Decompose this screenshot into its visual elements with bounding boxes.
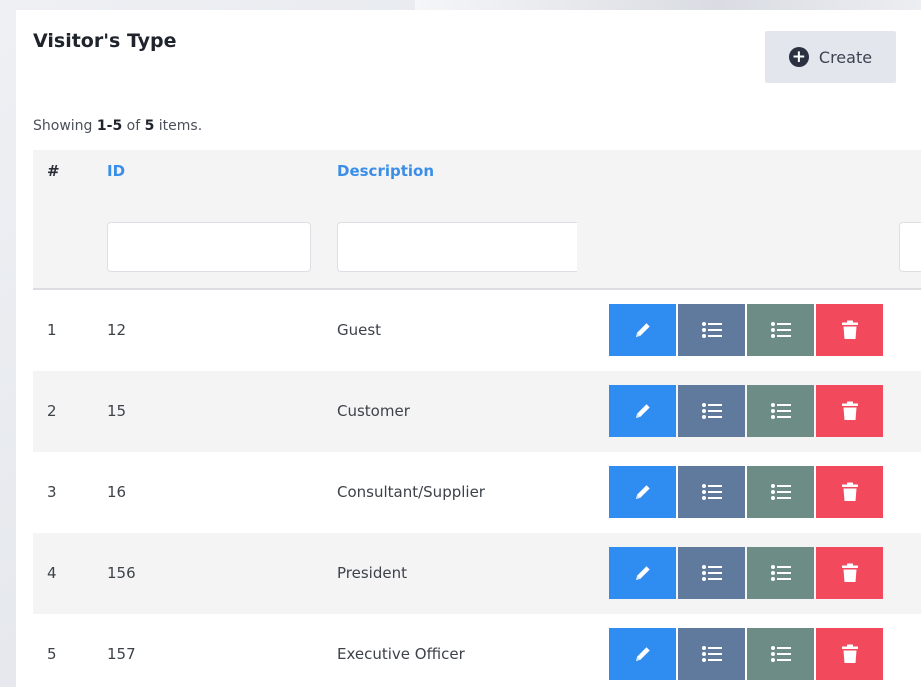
main-panel: Visitor's Type + Create Showing 1-5 of 5…: [16, 10, 921, 687]
list-icon: [770, 322, 791, 338]
pencil-icon: [635, 566, 650, 580]
row-description: Guest: [337, 321, 382, 339]
summary-of: of: [126, 118, 141, 134]
column-header-description[interactable]: Description: [337, 162, 434, 180]
row-number: 2: [47, 402, 57, 420]
edit-button[interactable]: [609, 628, 676, 680]
details-list-button[interactable]: [747, 304, 814, 356]
row-actions: [609, 466, 883, 518]
table-row: 2 15 Customer: [33, 371, 921, 452]
delete-button[interactable]: [816, 547, 883, 599]
details-list-button[interactable]: [747, 628, 814, 680]
pencil-icon: [635, 647, 650, 661]
row-number: 4: [47, 564, 57, 582]
table-row: 5 157 Executive Officer: [33, 614, 921, 687]
row-description: Consultant/Supplier: [337, 483, 485, 501]
page-title: Visitor's Type: [33, 30, 177, 52]
list-icon: [701, 646, 722, 662]
row-number: 1: [47, 321, 57, 339]
edit-button[interactable]: [609, 385, 676, 437]
pencil-icon: [635, 404, 650, 418]
summary-suffix: items.: [158, 118, 203, 134]
table-header: # ID Description: [33, 150, 921, 290]
row-description: President: [337, 564, 407, 582]
edit-button[interactable]: [609, 466, 676, 518]
create-button-label: Create: [818, 47, 873, 67]
view-list-button[interactable]: [678, 547, 745, 599]
delete-button[interactable]: [816, 385, 883, 437]
row-description: Customer: [337, 402, 410, 420]
details-list-button[interactable]: [747, 385, 814, 437]
view-list-button[interactable]: [678, 628, 745, 680]
edit-button[interactable]: [609, 304, 676, 356]
row-id: 12: [107, 321, 127, 339]
summary-prefix: Showing: [33, 118, 93, 134]
row-description: Executive Officer: [337, 645, 465, 663]
trash-icon: [841, 401, 858, 420]
row-actions: [609, 304, 883, 356]
list-icon: [770, 403, 791, 419]
description-filter-input[interactable]: [337, 222, 577, 272]
view-list-button[interactable]: [678, 304, 745, 356]
table-body: 1 12 Guest 2 15 Customer 3 16 Consultant…: [33, 290, 921, 687]
list-icon: [701, 322, 722, 338]
edit-button[interactable]: [609, 547, 676, 599]
row-number: 5: [47, 645, 57, 663]
list-icon: [701, 484, 722, 500]
trash-icon: [841, 320, 858, 339]
id-filter-input[interactable]: [107, 222, 311, 272]
plus-circle-icon: +: [788, 47, 809, 67]
list-icon: [701, 565, 722, 581]
delete-button[interactable]: [816, 628, 883, 680]
table-row: 3 16 Consultant/Supplier: [33, 452, 921, 533]
row-actions: [609, 628, 883, 680]
details-list-button[interactable]: [747, 547, 814, 599]
summary-range: 1-5: [96, 118, 123, 134]
trash-icon: [841, 482, 858, 501]
trash-icon: [841, 644, 858, 663]
create-button[interactable]: + Create: [765, 31, 896, 83]
view-list-button[interactable]: [678, 385, 745, 437]
table-row: 4 156 President: [33, 533, 921, 614]
column-header-id[interactable]: ID: [107, 162, 125, 180]
row-id: 157: [107, 645, 136, 663]
list-icon: [770, 565, 791, 581]
row-id: 156: [107, 564, 136, 582]
row-id: 15: [107, 402, 127, 420]
delete-button[interactable]: [816, 466, 883, 518]
row-actions: [609, 547, 883, 599]
delete-button[interactable]: [816, 304, 883, 356]
column-header-number: #: [47, 162, 60, 180]
list-icon: [770, 646, 791, 662]
row-id: 16: [107, 483, 127, 501]
pencil-icon: [635, 485, 650, 499]
extra-filter-input[interactable]: [899, 222, 921, 272]
trash-icon: [841, 563, 858, 582]
details-list-button[interactable]: [747, 466, 814, 518]
view-list-button[interactable]: [678, 466, 745, 518]
items-summary: Showing 1-5 of 5 items.: [33, 118, 202, 134]
summary-total: 5: [144, 118, 155, 134]
list-icon: [701, 403, 722, 419]
pencil-icon: [635, 323, 650, 337]
row-actions: [609, 385, 883, 437]
row-number: 3: [47, 483, 57, 501]
list-icon: [770, 484, 791, 500]
table-row: 1 12 Guest: [33, 290, 921, 371]
